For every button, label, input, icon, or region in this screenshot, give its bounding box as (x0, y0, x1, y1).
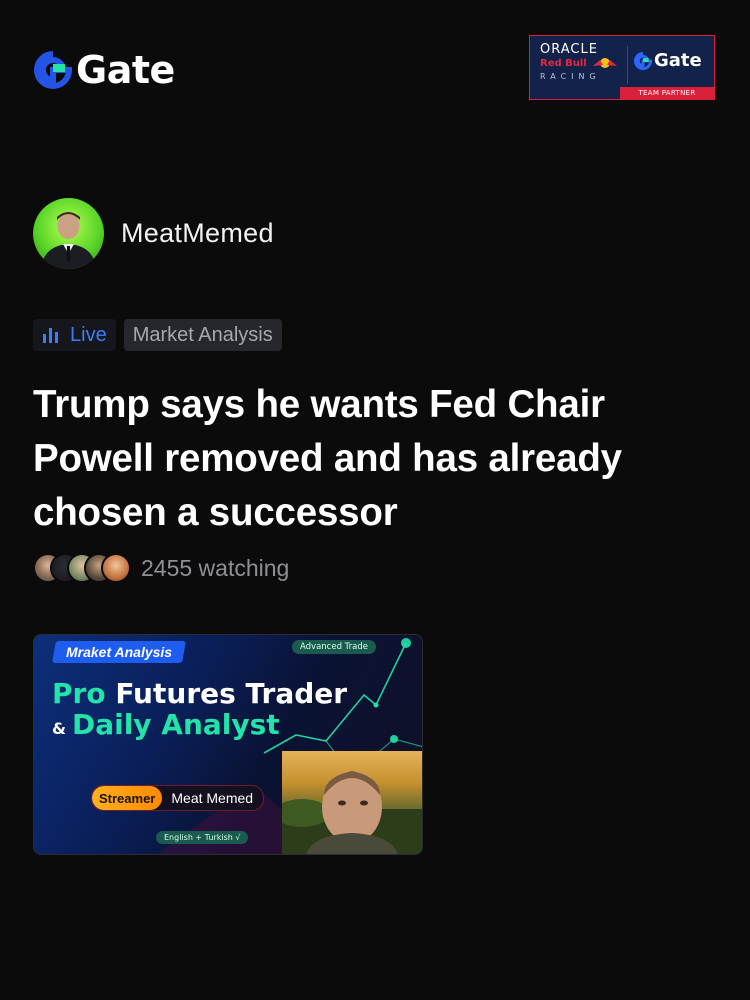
logo-text: Gate (76, 48, 175, 92)
partner-gate-text: Gate (654, 50, 702, 71)
language-badge: English + Turkish √ (156, 831, 249, 844)
streamer-name: Meat Memed (171, 790, 254, 806)
live-tag[interactable]: Live (33, 319, 116, 351)
category-label: Market Analysis (132, 323, 273, 346)
redbull-text: Red Bull (540, 58, 587, 69)
streamer-pill: Streamer Meat Memed (91, 785, 265, 811)
live-label: Live (70, 323, 107, 346)
user-avatar-icon (41, 212, 96, 269)
avatar[interactable] (33, 198, 104, 269)
title-ampersand: & (52, 719, 66, 738)
racing-text: RACING (540, 72, 601, 81)
oracle-text: ORACLE (540, 42, 598, 57)
tag-row: Live Market Analysis (33, 319, 282, 351)
watchers-row: 2455 watching (33, 553, 289, 583)
gate-logo-icon (634, 51, 652, 70)
watcher-count: 2455 watching (141, 554, 290, 581)
streamer-face-graphic (282, 771, 422, 854)
thumbnail-category: Mraket Analysis (66, 644, 173, 660)
thumbnail-title-line2: & Daily Analyst (52, 708, 280, 741)
advanced-trade-badge: Advanced Trade (292, 640, 376, 654)
thumbnail-category-badge: Mraket Analysis (52, 641, 187, 663)
author-name[interactable]: MeatMemed (121, 218, 274, 249)
author-row[interactable]: MeatMemed (33, 198, 274, 269)
gate-logo[interactable]: Gate (34, 48, 175, 92)
bar-chart-icon (43, 328, 58, 343)
watcher-avatar (101, 553, 131, 583)
thumbnail-title-line1: Pro Futures Trader (52, 677, 347, 710)
streamer-label: Streamer (92, 786, 163, 810)
redbull-bull-icon (593, 58, 617, 68)
title-futures: Futures Trader (115, 677, 348, 710)
divider (627, 46, 628, 84)
title-daily: Daily Analyst (71, 708, 280, 741)
title-pro: Pro (52, 677, 106, 710)
category-tag[interactable]: Market Analysis (123, 319, 282, 351)
streamer-photo (282, 751, 422, 854)
page-title: Trump says he wants Fed Chair Powell rem… (33, 383, 622, 534)
partner-gate-logo: Gate (634, 50, 702, 71)
gate-logo-icon (34, 51, 72, 89)
stream-thumbnail[interactable]: Mraket Analysis Advanced Trade Pro Futur… (33, 634, 423, 855)
partner-banner[interactable]: ORACLE Red Bull RACING Gate TEAM PARTNER (529, 35, 715, 100)
watcher-avatars (33, 553, 131, 583)
team-partner-badge: TEAM PARTNER (620, 87, 714, 99)
